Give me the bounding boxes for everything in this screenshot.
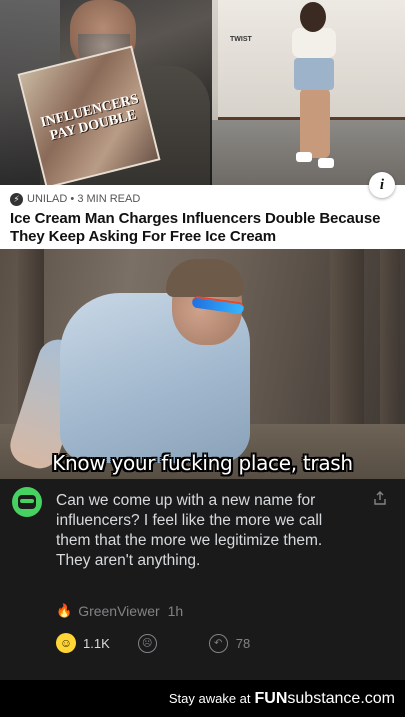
aviator-hat: [166, 259, 244, 297]
watermark-bar: Stay awake at FUN substance.com: [0, 680, 405, 717]
avatar-icon[interactable]: [12, 487, 42, 517]
magazine-title: INFLUENCERS PAY DOUBLE: [39, 91, 141, 144]
comment-actions: ☺ 1.1K ☹ ↶ 78: [56, 633, 250, 653]
article-meta[interactable]: ⚡ UNILAD • 3 MIN READ Ice Cream Man Char…: [0, 185, 405, 249]
info-icon[interactable]: i: [369, 172, 395, 198]
upvote-count: 1.1K: [83, 635, 110, 651]
source-line: ⚡ UNILAD • 3 MIN READ: [10, 191, 395, 207]
article-image[interactable]: INFLUENCERS PAY DOUBLE TWIST: [0, 0, 405, 185]
source-name: UNILAD: [27, 193, 68, 205]
comment-card[interactable]: Can we come up with a new name for influ…: [0, 479, 405, 680]
meme-caption: Know your fucking place, trash: [52, 451, 353, 475]
comment-time: 1h: [167, 603, 184, 619]
read-time: 3 MIN READ: [77, 193, 141, 205]
author-line: 🔥 GreenViewer 1h: [56, 603, 183, 619]
author-name[interactable]: GreenViewer: [78, 603, 159, 619]
influencer-legs: [300, 88, 330, 158]
watermark-domain: substance.com: [287, 689, 395, 707]
bolt-icon: ⚡: [10, 192, 23, 206]
influencer-head: [300, 2, 326, 32]
watermark-brand: FUN: [254, 689, 288, 707]
ice-cream-man-photo: INFLUENCERS PAY DOUBLE: [0, 0, 222, 185]
influencer-shorts: [294, 58, 334, 90]
flame-icon: 🔥: [56, 603, 73, 618]
influencer-shoe: [318, 158, 334, 168]
frown-icon[interactable]: ☹: [137, 633, 157, 653]
meme-image: Know your fucking place, trash: [0, 249, 405, 479]
avatar-face: [18, 495, 36, 509]
influencer-photo: TWIST: [212, 0, 405, 185]
watermark-prefix: Stay awake at: [168, 691, 251, 706]
influencer-shoe: [296, 152, 312, 162]
truck-label: TWIST: [230, 36, 252, 43]
comment-body: Can we come up with a new name for influ…: [56, 492, 323, 569]
share-icon[interactable]: [373, 491, 387, 505]
influencer-top: [292, 28, 336, 58]
reply-count: 78: [235, 635, 251, 651]
reply-icon[interactable]: ↶: [208, 633, 228, 653]
headline[interactable]: Ice Cream Man Charges Influencers Double…: [10, 210, 395, 246]
separator-dot: •: [67, 193, 78, 205]
smile-icon[interactable]: ☺: [56, 633, 76, 653]
